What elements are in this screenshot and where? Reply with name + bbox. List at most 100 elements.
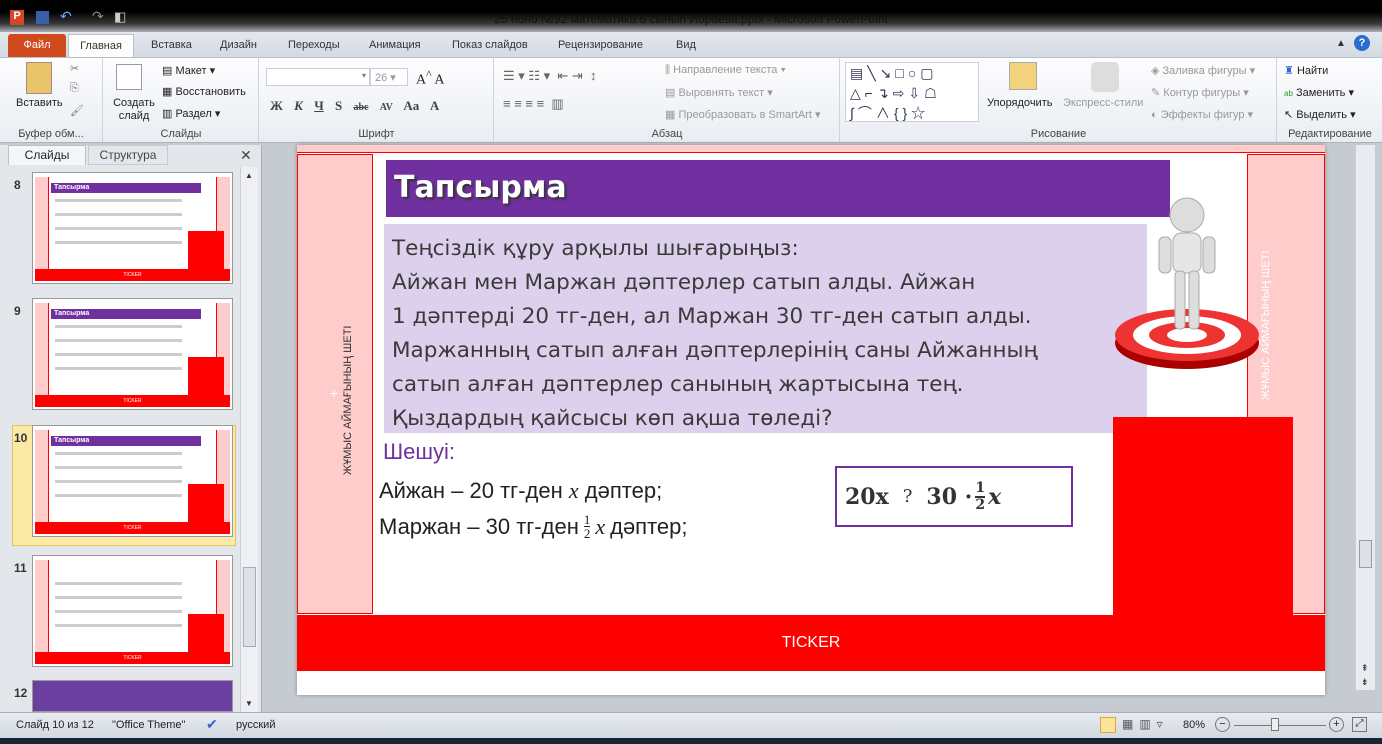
- inequality-var: x: [988, 483, 1002, 510]
- slide-canvas[interactable]: + ЖҰМЫС АЙМАҒЫНЫҢ ШЕТІ ЖҰМЫС АЙМАҒЫНЫҢ Ш…: [297, 145, 1325, 695]
- line1-var: x: [568, 478, 579, 503]
- quick-styles-icon: [1091, 62, 1119, 92]
- align-text-button[interactable]: ▤ Выровнять текст ▾: [665, 86, 773, 99]
- reset-button[interactable]: ▦ Восстановить: [162, 85, 246, 98]
- replace-label: Заменить: [1295, 87, 1346, 99]
- view-buttons[interactable]: ▦▥▿: [1122, 717, 1169, 731]
- shapes-gallery[interactable]: ▤╲↘□○▢ △⌐↴⇨⇩☖ ∫⌒∧{}☆: [845, 62, 979, 122]
- text-direction-button[interactable]: ⫼ Направление текста ▾: [665, 64, 786, 77]
- section-label: Раздел: [175, 108, 212, 120]
- inequality-box[interactable]: 20x ? 30 · 1 2 x: [835, 466, 1073, 527]
- task-line: Қыздардың қайсысы көп ақша төледі?: [392, 406, 833, 431]
- list-buttons[interactable]: ☰ ▾ ☷ ▾ ⇤ ⇥ ↕: [503, 68, 597, 84]
- font-name-select[interactable]: ▾: [266, 68, 370, 86]
- next-slide-icon[interactable]: ⇟: [1361, 677, 1369, 688]
- cut-icon[interactable]: ✂: [70, 62, 79, 75]
- shadow-button[interactable]: S: [335, 98, 342, 113]
- normal-view-icon[interactable]: [1100, 717, 1116, 733]
- minimize-ribbon-icon[interactable]: ▲: [1336, 38, 1346, 49]
- shape-effects-button[interactable]: ◐ Эффекты фигур ▾: [1151, 108, 1253, 121]
- copy-icon[interactable]: ⎘: [70, 82, 79, 95]
- tab-file[interactable]: Файл: [8, 34, 66, 57]
- align-buttons[interactable]: ≡ ≡ ≡ ≡ ▥: [503, 96, 564, 112]
- replace-button[interactable]: ab Заменить ▾: [1284, 86, 1354, 99]
- tab-insert[interactable]: Вставка: [145, 34, 198, 57]
- quick-styles-button[interactable]: Экспресс-стили: [1063, 97, 1143, 109]
- layout-button[interactable]: ▤ Макет ▾: [162, 64, 215, 77]
- scroll-thumb[interactable]: [243, 567, 256, 647]
- font-color-button[interactable]: A: [430, 98, 439, 113]
- ticker-bar[interactable]: TICKER: [297, 615, 1325, 671]
- group-label: Слайды: [160, 128, 202, 140]
- language[interactable]: русский: [236, 719, 275, 731]
- paste-button[interactable]: Вставить: [16, 97, 63, 109]
- group-slides: Создать слайд ▤ Макет ▾ ▦ Восстановить ▥…: [104, 58, 259, 142]
- fit-to-window-icon[interactable]: ⤢: [1352, 717, 1367, 732]
- close-panel-icon[interactable]: ✕: [240, 147, 252, 164]
- case-button[interactable]: Aa: [403, 98, 419, 113]
- arrange-icon: [1009, 62, 1037, 90]
- solution-line-1[interactable]: Айжан – 20 тг-ден x дәптер;: [379, 478, 662, 504]
- zoom-slider[interactable]: [1234, 725, 1326, 726]
- strike-button[interactable]: abc: [353, 102, 368, 113]
- underline-button[interactable]: Ч: [314, 98, 324, 113]
- tab-outline[interactable]: Структура: [88, 145, 168, 165]
- find-button[interactable]: ♜ Найти: [1284, 64, 1328, 77]
- thumb-title: Тапсырма: [51, 436, 201, 446]
- tab-slideshow[interactable]: Показ слайдов: [446, 34, 534, 57]
- tab-review[interactable]: Рецензирование: [552, 34, 649, 57]
- new-slide-button[interactable]: Создать слайд: [112, 97, 156, 123]
- group-label: Буфер обм...: [18, 128, 84, 140]
- line2-end: дәптер;: [610, 513, 688, 539]
- slide-thumbnail[interactable]: TICKER: [32, 555, 233, 667]
- tab-home[interactable]: Главная: [68, 34, 134, 57]
- shape-outline-label: Контур фигуры: [1163, 87, 1241, 99]
- format-painter-icon[interactable]: 🖌: [70, 104, 84, 117]
- zoom-level[interactable]: 80%: [1183, 719, 1205, 731]
- font-format-buttons[interactable]: Ж К Ч S abc AV Aa A: [270, 98, 439, 114]
- task-textbox[interactable]: Теңсіздік құру арқылы шығарыңыз: Айжан м…: [384, 224, 1147, 433]
- zoom-in-icon[interactable]: +: [1329, 717, 1344, 732]
- shape-fill-button[interactable]: ◈ Заливка фигуры ▾: [1151, 64, 1255, 77]
- tab-design[interactable]: Дизайн: [214, 34, 263, 57]
- group-label: Абзац: [651, 128, 683, 140]
- scroll-thumb[interactable]: [1359, 540, 1372, 568]
- panel-scrollbar[interactable]: ▲ ▼: [240, 167, 258, 712]
- slide-thumbnail[interactable]: Тапсырма TICKER: [32, 298, 233, 410]
- spacing-button[interactable]: AV: [380, 102, 393, 113]
- theme-name[interactable]: "Office Theme": [112, 719, 185, 731]
- slide-number: 11: [14, 561, 27, 575]
- grow-font-icon[interactable]: A^ A: [416, 68, 444, 89]
- help-icon[interactable]: ?: [1354, 35, 1370, 51]
- group-drawing: ▤╲↘□○▢ △⌐↴⇨⇩☖ ∫⌒∧{}☆ Упорядочить Экспресс-…: [841, 58, 1277, 142]
- slide-number: 10: [14, 431, 28, 445]
- font-size-select[interactable]: 26 ▾: [370, 68, 408, 86]
- italic-button[interactable]: К: [294, 98, 303, 113]
- tab-view[interactable]: Вид: [670, 34, 702, 57]
- zoom-out-icon[interactable]: −: [1215, 717, 1230, 732]
- task-line: сатып алған дәптерлер санының жартысына …: [392, 372, 964, 397]
- slide-thumbnail[interactable]: Тапсырма TICKER: [32, 425, 233, 537]
- solution-line-2[interactable]: Маржан – 30 тг-ден 1 2 x дәптер;: [379, 513, 688, 540]
- spellcheck-icon[interactable]: ✔: [206, 716, 218, 733]
- solution-label[interactable]: Шешуі:: [383, 439, 455, 465]
- slide-thumbnail[interactable]: Тапсырма TICKER: [32, 172, 233, 284]
- tab-slides[interactable]: Слайды: [8, 145, 86, 165]
- prev-slide-icon[interactable]: ⇞: [1361, 663, 1369, 674]
- bold-button[interactable]: Ж: [270, 98, 283, 113]
- editor-scrollbar[interactable]: ⇞ ⇟: [1355, 145, 1375, 690]
- smartart-button[interactable]: ▦ Преобразовать в SmartArt ▾: [665, 108, 820, 121]
- thumb-ticker: TICKER: [35, 395, 230, 407]
- select-button[interactable]: ↖ Выделить ▾: [1284, 108, 1356, 121]
- section-button[interactable]: ▥ Раздел ▾: [162, 107, 220, 120]
- slide-title[interactable]: Тапсырма: [386, 160, 1170, 217]
- tab-animations[interactable]: Анимация: [363, 34, 427, 57]
- left-margin-strip: + ЖҰМЫС АЙМАҒЫНЫҢ ШЕТІ: [297, 154, 373, 614]
- line2-var: x: [595, 513, 606, 539]
- zoom-slider-thumb[interactable]: [1270, 718, 1279, 731]
- status-bar: Слайд 10 из 12 "Office Theme" ✔ русский …: [0, 712, 1382, 738]
- tab-transitions[interactable]: Переходы: [282, 34, 346, 57]
- arrange-button[interactable]: Упорядочить: [987, 97, 1052, 109]
- slide-thumbnail[interactable]: [32, 680, 233, 712]
- shape-outline-button[interactable]: ✎ Контур фигуры ▾: [1151, 86, 1249, 99]
